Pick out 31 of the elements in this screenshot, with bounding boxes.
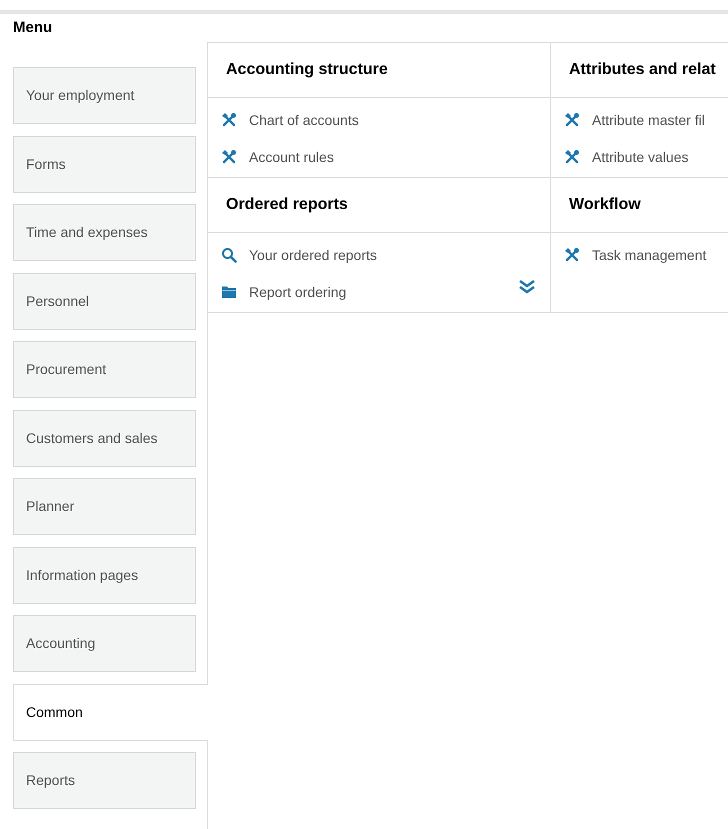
sidebar-tab[interactable]: Accounting	[13, 615, 196, 672]
double-chevron-down-icon[interactable]	[518, 279, 536, 295]
folder-icon	[221, 284, 237, 300]
menu-link[interactable]: Chart of accounts	[249, 110, 359, 130]
menu-title: Menu	[13, 18, 52, 38]
section-title: Workflow	[569, 195, 641, 215]
tools-icon	[221, 149, 237, 165]
sidebar-tab[interactable]: Planner	[13, 478, 196, 535]
menu-link[interactable]: Attribute values	[592, 146, 688, 168]
tools-icon	[564, 112, 580, 128]
sidebar-tab[interactable]: Forms	[13, 136, 196, 192]
sidebar-tab[interactable]: Personnel	[13, 272, 196, 330]
section-title: Ordered reports	[226, 195, 348, 215]
menu-link[interactable]: Your ordered reports	[249, 244, 377, 266]
tools-icon	[564, 247, 580, 263]
menu-link[interactable]: Task management	[592, 244, 706, 266]
menu-link[interactable]: Account rules	[249, 146, 334, 168]
tools-icon	[564, 149, 580, 165]
menu-link[interactable]: Attribute master fil	[592, 110, 705, 130]
section-title: Accounting structure	[226, 60, 388, 80]
tools-icon	[221, 112, 237, 128]
section-title: Attributes and relat	[569, 60, 716, 80]
sidebar-tab[interactable]: Information pages	[13, 546, 196, 604]
search-icon	[221, 247, 237, 263]
menu-link[interactable]: Report ordering	[249, 282, 346, 302]
sidebar-tab[interactable]: Customers and sales	[13, 410, 196, 466]
sidebar-tab[interactable]: Common	[13, 684, 208, 740]
sidebar-tab[interactable]: Procurement	[13, 341, 196, 398]
sidebar-tab[interactable]: Your employment	[13, 67, 196, 124]
sidebar-tab[interactable]: Reports	[13, 752, 196, 809]
sidebar-tab[interactable]: Time and expenses	[13, 204, 196, 261]
